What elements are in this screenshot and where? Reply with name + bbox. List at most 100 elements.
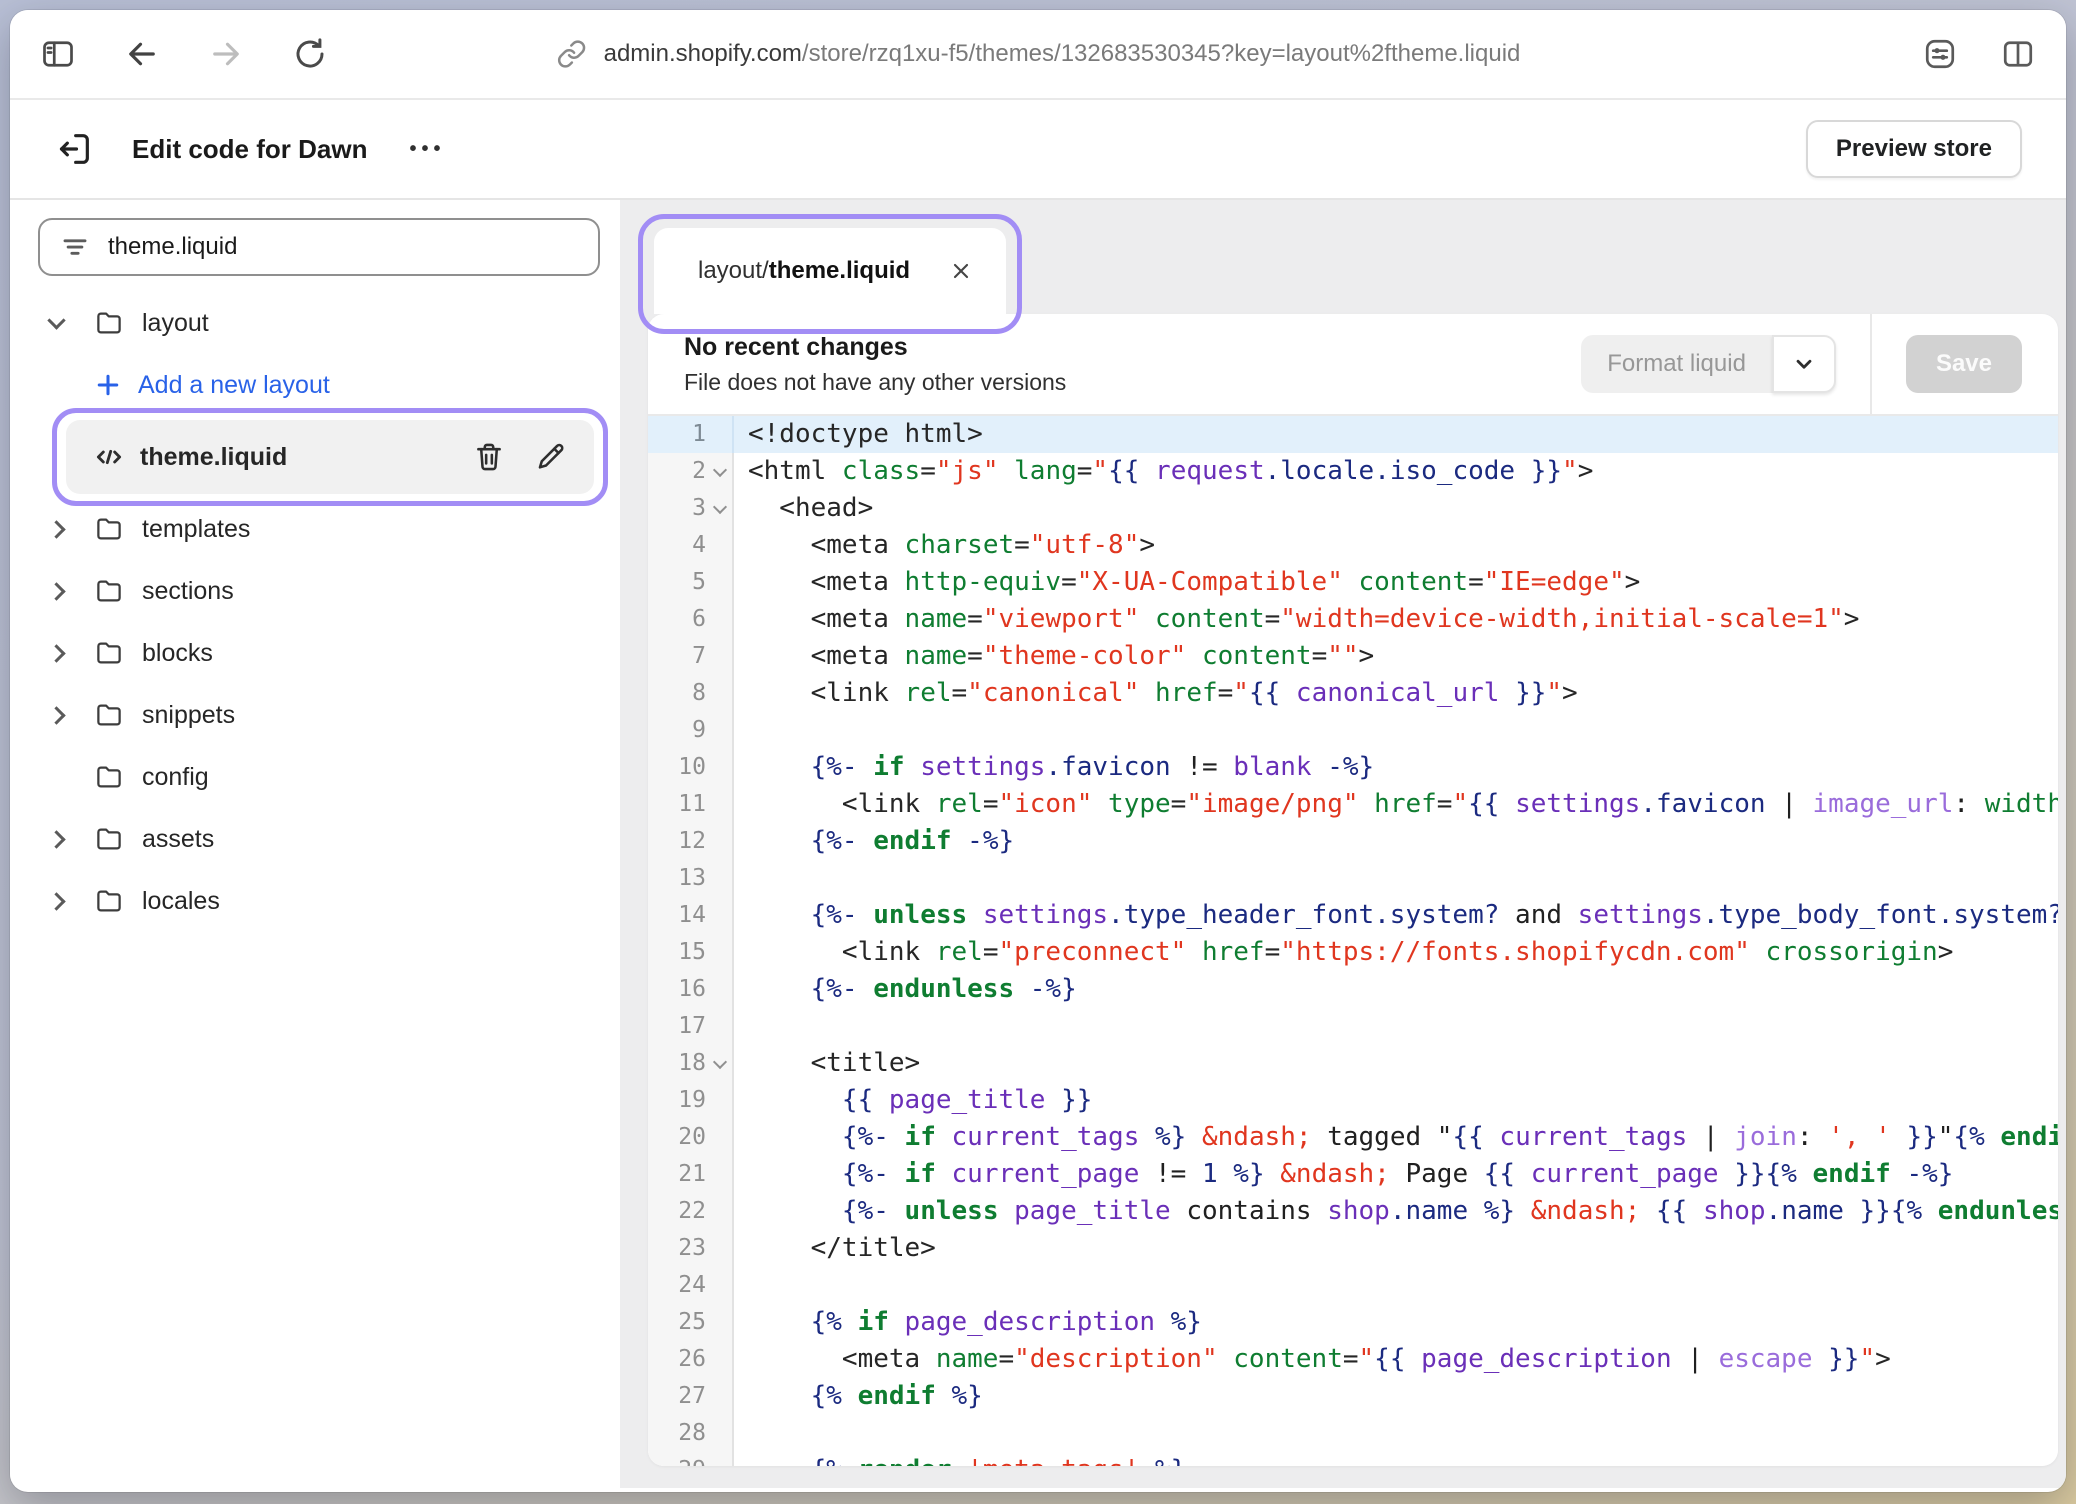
file-filter-box[interactable] — [38, 218, 600, 276]
sidebar-item-layout[interactable]: layout — [10, 292, 620, 354]
line-number: 24 — [648, 1267, 734, 1304]
line-number: 2 — [648, 453, 734, 490]
browser-toolbar: admin.shopify.com/store/rzq1xu-f5/themes… — [10, 10, 2066, 100]
code-line-10[interactable]: 10 {%- if settings.favicon != blank -%} — [648, 749, 2058, 786]
line-number: 15 — [648, 934, 734, 971]
sidebar-item-templates[interactable]: templates — [10, 498, 620, 560]
code-line-2[interactable]: 2<html class="js" lang="{{ request.local… — [648, 453, 2058, 490]
line-number: 28 — [648, 1415, 734, 1452]
browser-sidebar-toggle-icon[interactable] — [38, 34, 78, 74]
sidebar-item-theme-liquid[interactable]: theme.liquid — [66, 420, 594, 494]
code-line-13[interactable]: 13 — [648, 860, 2058, 897]
more-actions-button[interactable]: ••• — [409, 138, 445, 161]
folder-icon — [94, 886, 142, 916]
back-icon[interactable] — [122, 34, 162, 74]
line-number: 14 — [648, 897, 734, 934]
code-line-26[interactable]: 26 <meta name="description" content="{{ … — [648, 1341, 2058, 1378]
exit-editor-icon[interactable] — [52, 127, 96, 171]
sidebar-item-locales[interactable]: locales — [10, 870, 620, 932]
code-line-24[interactable]: 24 — [648, 1267, 2058, 1304]
code-editor-card: No recent changes File does not have any… — [648, 314, 2058, 1466]
page-settings-icon[interactable] — [1920, 34, 1960, 74]
format-dropdown-chevron-icon[interactable] — [1772, 335, 1836, 393]
code-line-4[interactable]: 4 <meta charset="utf-8"> — [648, 527, 2058, 564]
code-line-21[interactable]: 21 {%- if current_page != 1 %} &ndash; P… — [648, 1156, 2058, 1193]
line-number: 19 — [648, 1082, 734, 1119]
line-number: 21 — [648, 1156, 734, 1193]
chevron-right-icon[interactable] — [50, 833, 94, 846]
line-number: 11 — [648, 786, 734, 823]
line-number: 10 — [648, 749, 734, 786]
code-line-7[interactable]: 7 <meta name="theme-color" content=""> — [648, 638, 2058, 675]
tab-theme-liquid[interactable]: layout/theme.liquid — [654, 228, 1006, 314]
chevron-right-icon[interactable] — [50, 585, 94, 598]
code-line-27[interactable]: 27 {% endif %} — [648, 1378, 2058, 1415]
reload-icon[interactable] — [290, 34, 330, 74]
code-line-11[interactable]: 11 <link rel="icon" type="image/png" hre… — [648, 786, 2058, 823]
split-view-icon[interactable] — [1998, 34, 2038, 74]
code-line-12[interactable]: 12 {%- endif -%} — [648, 823, 2058, 860]
save-button[interactable]: Save — [1906, 335, 2022, 393]
delete-file-icon[interactable] — [472, 440, 506, 474]
desktop-background: admin.shopify.com/store/rzq1xu-f5/themes… — [0, 0, 2076, 1504]
file-filter-input[interactable] — [108, 233, 578, 261]
filter-icon — [60, 232, 90, 262]
line-number: 13 — [648, 860, 734, 897]
tab-label: layout/theme.liquid — [698, 257, 910, 285]
line-number: 25 — [648, 1304, 734, 1341]
code-line-6[interactable]: 6 <meta name="viewport" content="width=d… — [648, 601, 2058, 638]
browser-window: admin.shopify.com/store/rzq1xu-f5/themes… — [10, 10, 2066, 1492]
file-tree: layout Add a new layout — [10, 292, 620, 932]
code-line-19[interactable]: 19 {{ page_title }} — [648, 1082, 2058, 1119]
code-line-22[interactable]: 22 {%- unless page_title contains shop.n… — [648, 1193, 2058, 1230]
divider — [1870, 314, 1872, 414]
chevron-right-icon[interactable] — [50, 523, 94, 536]
code-line-29[interactable]: 29 {% render 'meta-tags' %} — [648, 1452, 2058, 1466]
forward-icon[interactable] — [206, 34, 246, 74]
preview-store-button[interactable]: Preview store — [1806, 120, 2022, 178]
close-tab-icon[interactable] — [944, 254, 978, 288]
code-line-20[interactable]: 20 {%- if current_tags %} &ndash; tagged… — [648, 1119, 2058, 1156]
sidebar-item-config[interactable]: config — [10, 746, 620, 808]
code-line-1[interactable]: 1<!doctype html> — [648, 416, 2058, 453]
chevron-down-icon[interactable] — [50, 320, 94, 327]
add-layout-button[interactable]: Add a new layout — [10, 354, 620, 416]
code-line-16[interactable]: 16 {%- endunless -%} — [648, 971, 2058, 1008]
line-number: 9 — [648, 712, 734, 749]
chevron-right-icon[interactable] — [50, 895, 94, 908]
link-icon — [556, 38, 588, 70]
address-bar[interactable]: admin.shopify.com/store/rzq1xu-f5/themes… — [556, 10, 1521, 98]
code-line-14[interactable]: 14 {%- unless settings.type_header_font.… — [648, 897, 2058, 934]
sidebar-item-snippets[interactable]: snippets — [10, 684, 620, 746]
plus-icon — [94, 371, 138, 399]
code-line-9[interactable]: 9 — [648, 712, 2058, 749]
code-line-25[interactable]: 25 {% if page_description %} — [648, 1304, 2058, 1341]
code-line-5[interactable]: 5 <meta http-equiv="X-UA-Compatible" con… — [648, 564, 2058, 601]
code-line-28[interactable]: 28 — [648, 1415, 2058, 1452]
format-liquid-button[interactable]: Format liquid — [1581, 335, 1772, 393]
chevron-right-icon[interactable] — [50, 709, 94, 722]
sidebar-item-assets[interactable]: assets — [10, 808, 620, 870]
line-number: 22 — [648, 1193, 734, 1230]
code-line-17[interactable]: 17 — [648, 1008, 2058, 1045]
code-line-23[interactable]: 23 </title> — [648, 1230, 2058, 1267]
chevron-right-icon[interactable] — [50, 647, 94, 660]
code-line-18[interactable]: 18 <title> — [648, 1045, 2058, 1082]
folder-icon — [94, 762, 142, 792]
folder-icon — [94, 576, 142, 606]
rename-file-icon[interactable] — [534, 440, 568, 474]
folder-icon — [94, 700, 142, 730]
app-header: Edit code for Dawn ••• Preview store — [10, 100, 2066, 200]
line-number: 16 — [648, 971, 734, 1008]
sidebar-item-sections[interactable]: sections — [10, 560, 620, 622]
sidebar-item-blocks[interactable]: blocks — [10, 622, 620, 684]
code-area[interactable]: 1<!doctype html>2<html class="js" lang="… — [648, 416, 2058, 1466]
line-number: 8 — [648, 675, 734, 712]
line-number: 27 — [648, 1378, 734, 1415]
editor-pane: layout/theme.liquid No recent changes Fi… — [620, 200, 2066, 1488]
code-line-3[interactable]: 3 <head> — [648, 490, 2058, 527]
code-line-15[interactable]: 15 <link rel="preconnect" href="https://… — [648, 934, 2058, 971]
code-line-8[interactable]: 8 <link rel="canonical" href="{{ canonic… — [648, 675, 2058, 712]
line-number: 4 — [648, 527, 734, 564]
line-number: 18 — [648, 1045, 734, 1082]
